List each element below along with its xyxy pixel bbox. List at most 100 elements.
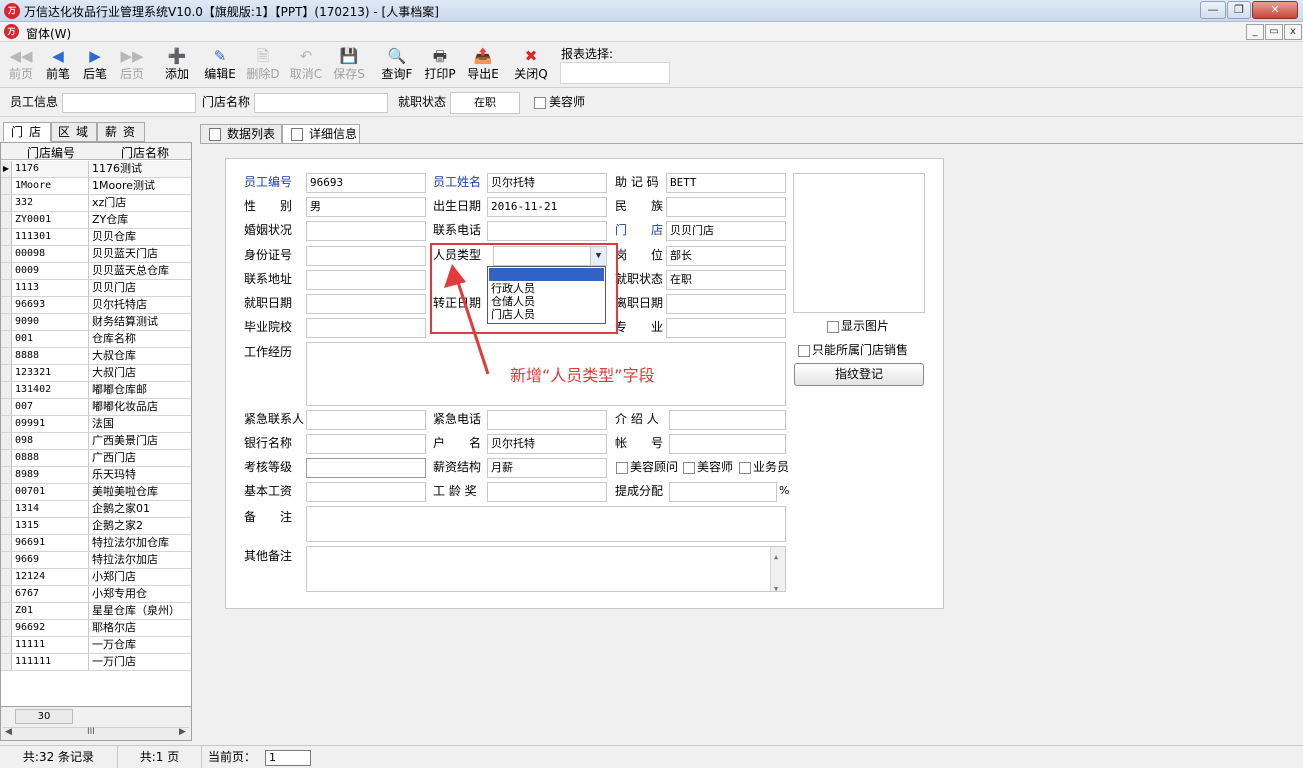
store-name-cell[interactable]: 法国 [90,416,190,432]
bank-input[interactable] [306,434,426,454]
minimize-button[interactable]: — [1200,1,1226,19]
employee-filter-input[interactable] [62,93,196,113]
store-name-cell[interactable]: 广西美景门店 [90,433,190,449]
store-code-cell[interactable]: 8888 [13,348,89,364]
row-indicator[interactable] [1,178,12,194]
store-code-cell[interactable]: 00098 [13,246,89,262]
table-row[interactable]: ZY0001 ZY仓库 [1,212,191,229]
store-name-cell[interactable]: 特拉法尔加仓库 [90,535,190,551]
consultant-checkbox[interactable] [616,462,628,474]
store-code-cell[interactable]: 11111 [13,637,89,653]
table-row[interactable]: 9090 财务结算测试 [1,314,191,331]
seniority-input[interactable] [487,482,607,502]
emp-name-input[interactable]: 贝尔托特 [487,173,607,193]
add-button[interactable]: ➕ 添加 [156,46,198,86]
store-code-cell[interactable]: 96692 [13,620,89,636]
store-code-cell[interactable]: 96693 [13,297,89,313]
idcard-input[interactable] [306,246,426,266]
salary-struct-select[interactable]: 月薪 [487,458,607,478]
next-record-button[interactable]: ▶ 后笔 [74,46,116,86]
store-code-cell[interactable]: 1314 [13,501,89,517]
school-input[interactable] [306,318,426,338]
table-row[interactable]: 8888 大叔仓库 [1,348,191,365]
row-indicator[interactable] [1,314,12,330]
row-indicator[interactable] [1,637,12,653]
status-select[interactable]: 在职 [666,270,786,290]
store-code-cell[interactable]: 8989 [13,467,89,483]
table-row[interactable]: 1113 贝贝门店 [1,280,191,297]
store-name-cell[interactable]: 大叔仓库 [90,348,190,364]
scroll-left-icon[interactable]: ◀ [5,727,12,737]
table-row[interactable]: 6767 小郑专用仓 [1,586,191,603]
tab-data-list[interactable]: 数据列表 [200,124,282,144]
table-row[interactable]: 1Moore 1Moore测试 [1,178,191,195]
store-name-cell[interactable]: 美啦美啦仓库 [90,484,190,500]
leave-date-input[interactable] [666,294,786,314]
table-row[interactable]: 96692 耶格尔店 [1,620,191,637]
store-name-cell[interactable]: 小郑门店 [90,569,190,585]
row-indicator[interactable] [1,263,12,279]
table-row[interactable]: 0888 广西门店 [1,450,191,467]
table-row[interactable]: 09991 法国 [1,416,191,433]
store-name-cell[interactable]: 贝贝门店 [90,280,190,296]
photo-box[interactable] [793,173,925,313]
table-row[interactable]: 12124 小郑门店 [1,569,191,586]
beautician-filter-checkbox[interactable] [534,97,546,109]
store-code-cell[interactable]: 111301 [13,229,89,245]
status-filter-select[interactable]: 在职 [450,92,520,114]
edit-button[interactable]: ✎ 编辑E [199,46,241,86]
store-name-cell[interactable]: 大叔门店 [90,365,190,381]
close-button[interactable]: ✖ 关闭Q [510,46,552,86]
store-name-cell[interactable]: 小郑专用仓 [90,586,190,602]
store-name-cell[interactable]: 贝贝蓝天总仓库 [90,263,190,279]
table-row[interactable]: 1314 企鹅之家01 [1,501,191,518]
table-row[interactable]: 96691 特拉法尔加仓库 [1,535,191,552]
store-code-cell[interactable]: 007 [13,399,89,415]
cancel-button[interactable]: ↶ 取消C [285,46,327,86]
table-row[interactable]: 1315 企鹅之家2 [1,518,191,535]
position-input[interactable]: 部长 [666,246,786,266]
row-indicator[interactable] [1,382,12,398]
store-name-cell[interactable]: ZY仓库 [90,212,190,228]
account-name-input[interactable]: 贝尔托特 [487,434,607,454]
print-button[interactable]: 🖶 打印P [419,46,461,86]
row-indicator[interactable] [1,450,12,466]
referrer-input[interactable] [669,410,786,430]
row-indicator[interactable] [1,297,12,313]
hire-date-input[interactable] [306,294,426,314]
scroll-right-icon[interactable]: ▶ [179,727,186,737]
store-filter-input[interactable] [254,93,388,113]
phone-input[interactable] [487,221,607,241]
store-name-cell[interactable]: 广西门店 [90,450,190,466]
store-code-cell[interactable]: 131402 [13,382,89,398]
table-row[interactable]: 11111 一万仓库 [1,637,191,654]
store-name-cell[interactable]: 贝尔托特店 [90,297,190,313]
tab-details[interactable]: 详细信息 [282,124,360,144]
table-row[interactable]: 131402 嘟嘟仓库邮 [1,382,191,399]
row-indicator[interactable] [1,246,12,262]
row-indicator[interactable] [1,654,12,670]
store-code-cell[interactable]: 0009 [13,263,89,279]
store-code-cell[interactable]: 6767 [13,586,89,602]
store-code-cell[interactable]: 001 [13,331,89,347]
store-name-cell[interactable]: 嘟嘟仓库邮 [90,382,190,398]
store-code-cell[interactable]: ZY0001 [13,212,89,228]
menu-window[interactable]: 窗体(W) [26,25,71,42]
delete-button[interactable]: 🗎 删除D [242,46,284,86]
store-code-cell[interactable]: 332 [13,195,89,211]
prev-record-button[interactable]: ◀ 前笔 [37,46,79,86]
store-code-cell[interactable]: 1176 [13,161,89,177]
gender-select[interactable]: 男 [306,197,426,217]
store-name-cell[interactable]: 贝贝仓库 [90,229,190,245]
scroll-thumb[interactable]: III [87,727,95,737]
table-row[interactable]: 111301 贝贝仓库 [1,229,191,246]
commission-input[interactable] [669,482,777,502]
beautician-checkbox[interactable] [683,462,695,474]
emergency-contact-input[interactable] [306,410,426,430]
tab-salary[interactable]: 薪资 [97,122,145,142]
row-indicator[interactable] [1,484,12,500]
save-button[interactable]: 💾 保存S [328,46,370,86]
store-code-cell[interactable]: 1Moore [13,178,89,194]
row-indicator[interactable] [1,535,12,551]
base-salary-input[interactable] [306,482,426,502]
